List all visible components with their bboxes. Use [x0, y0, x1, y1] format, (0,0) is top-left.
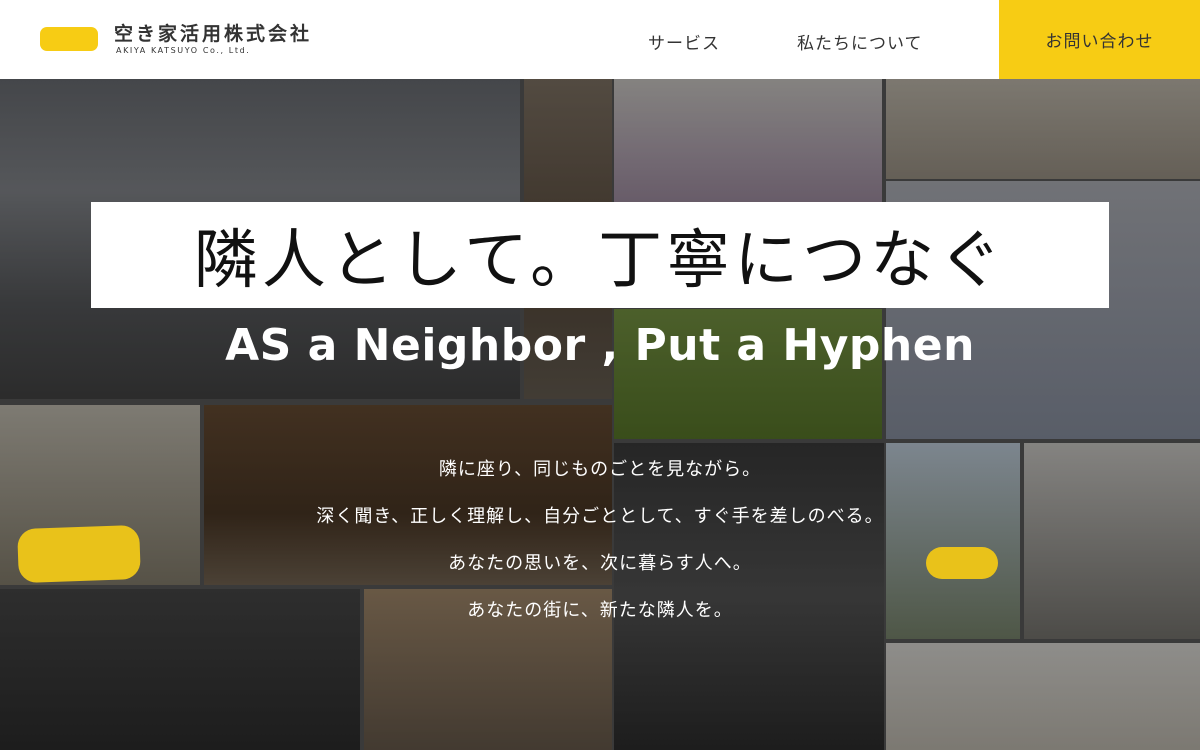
hero-line: 深く聞き、正しく理解し、自分ごととして、すぐ手を差しのべる。: [316, 506, 884, 527]
nav-service-link[interactable]: サービス: [648, 29, 720, 54]
hero-section: [0, 79, 1200, 750]
company-name[interactable]: 空き家活用株式会社: [114, 19, 312, 46]
hero-message: 隣に座り、同じものごとを見ながら。 深く聞き、正しく理解し、自分ごととして、すぐ…: [0, 455, 1200, 643]
contact-button[interactable]: お問い合わせ: [999, 0, 1200, 79]
hero-line: 隣に座り、同じものごとを見ながら。: [438, 459, 762, 480]
headline-jp: 隣人として。丁寧につなぐ: [193, 224, 1007, 298]
nav-about-link[interactable]: 私たちについて: [797, 29, 923, 54]
logo-icon[interactable]: [40, 27, 98, 51]
company-name-en: AKIYA KATSUYO Co., Ltd.: [116, 46, 251, 55]
headline-box: 隣人として。丁寧につなぐ: [91, 202, 1109, 308]
photo-group: [886, 643, 1200, 750]
headline-en: AS a Neighbor , Put a Hyphen: [225, 320, 975, 371]
site-header: 空き家活用株式会社 AKIYA KATSUYO Co., Ltd. サービス 私…: [0, 0, 1200, 79]
hero-line: あなたの街に、新たな隣人を。: [467, 600, 733, 621]
hero-line: あなたの思いを、次に暮らす人へ。: [448, 553, 752, 574]
photo-documents: [886, 79, 1200, 179]
